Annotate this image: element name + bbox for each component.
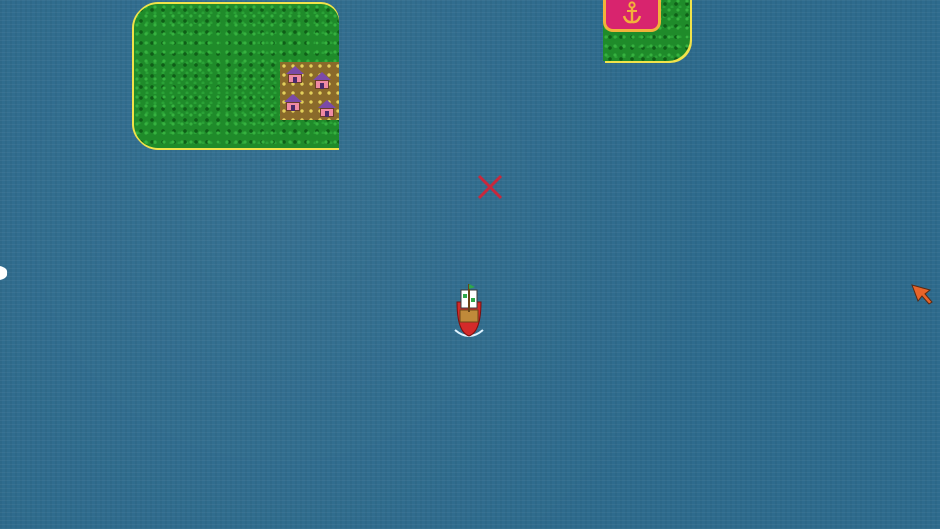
house-icon [313,72,331,89]
village[interactable] [280,62,339,120]
game-viewport[interactable] [0,0,940,529]
port-sign[interactable] [603,0,661,32]
anchor-icon [622,0,642,23]
house-icon [318,100,336,117]
house-icon [286,66,304,83]
sailboat-icon[interactable] [449,282,489,340]
x-marker-icon [477,174,503,200]
house-icon [284,94,302,111]
arrow-pointer-icon [911,284,933,305]
foam-icon [0,266,8,280]
